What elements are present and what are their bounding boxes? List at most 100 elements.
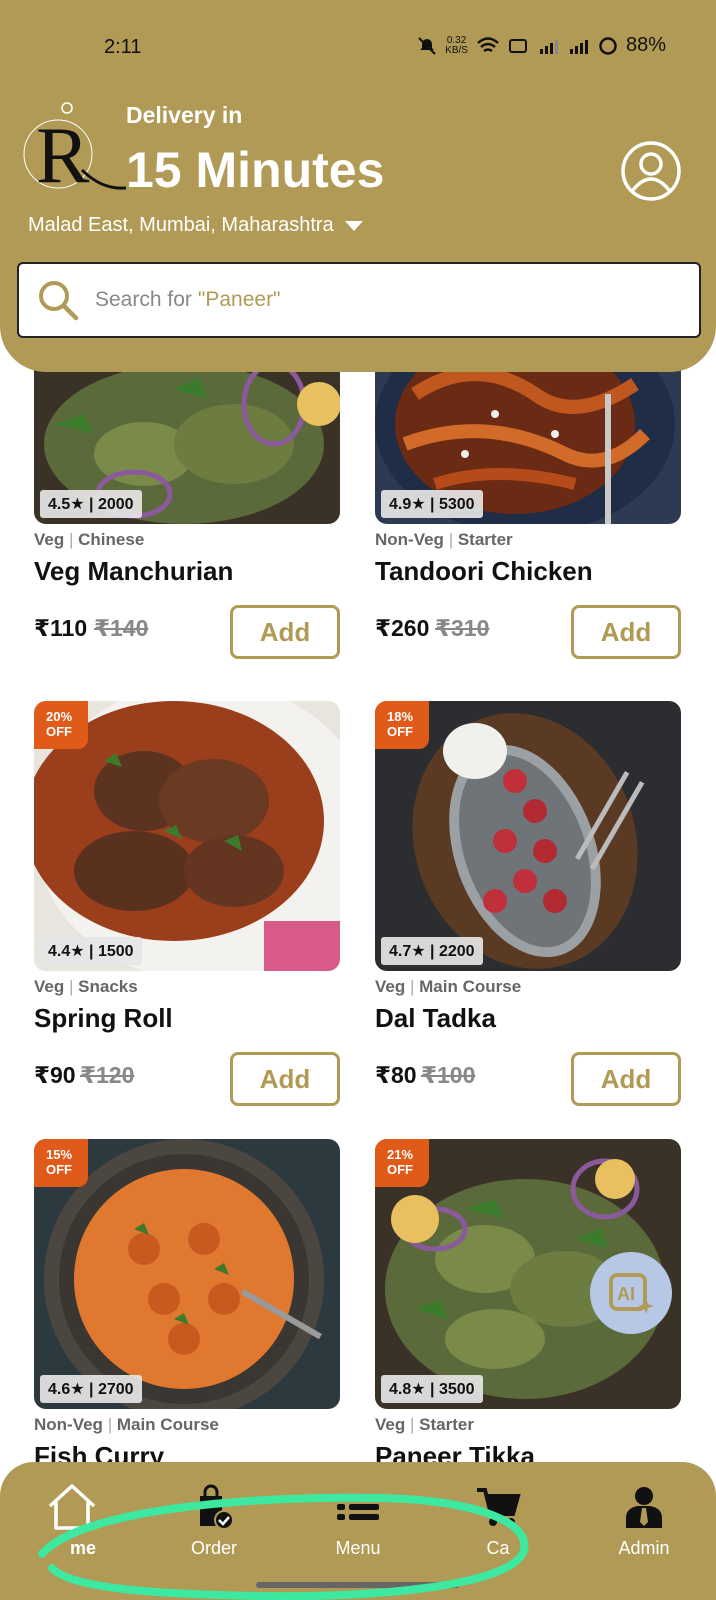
category-label: Veg | Main Course xyxy=(375,977,681,997)
battery-icon xyxy=(599,36,617,55)
add-button[interactable]: Add xyxy=(571,605,681,659)
status-time: 2:11 xyxy=(104,36,142,58)
nav-home-label: me xyxy=(69,1538,96,1558)
food-category: Main Course xyxy=(419,977,522,996)
rating-badge: 4.4★ | 1500 xyxy=(40,937,142,965)
svg-text:R: R xyxy=(36,112,90,200)
app-header: 2:11 0.32 KB/S 88% R Delivery in 15 Minut… xyxy=(0,0,716,372)
food-name: Veg Manchurian xyxy=(34,556,234,586)
ai-sparkle-icon: AI xyxy=(609,1273,654,1314)
discount-badge: 20% OFF xyxy=(34,701,88,749)
search-suggestion: "Paneer" xyxy=(197,288,281,311)
price-row: ₹110 ₹140 Add xyxy=(34,605,340,661)
nav-order[interactable]: Order xyxy=(154,1482,274,1559)
search-input[interactable]: Search for "Paneer" xyxy=(17,262,701,338)
food-type: Veg xyxy=(375,1415,406,1434)
food-category: Chinese xyxy=(78,530,145,549)
separator: | xyxy=(68,977,74,996)
battery-level: 88% xyxy=(625,34,666,56)
network-speed-value: 0.32 xyxy=(446,34,467,46)
food-category: Snacks xyxy=(78,977,138,996)
location-selector[interactable]: Malad East, Mumbai, Maharashtra xyxy=(28,214,364,237)
bottom-navigation: me Order Menu Ca Admin xyxy=(0,1462,716,1600)
add-button[interactable]: Add xyxy=(230,1052,340,1106)
profile-icon[interactable] xyxy=(620,140,682,202)
brand-logo: R xyxy=(23,102,127,200)
caret-down-icon xyxy=(344,220,363,231)
nav-home[interactable]: me xyxy=(12,1482,132,1559)
food-category: Starter xyxy=(419,1415,474,1434)
food-image[interactable]: 20% OFF 4.4★ | 1500 xyxy=(34,701,340,971)
add-button[interactable]: Add xyxy=(230,605,340,659)
food-card[interactable]: 18% OFF 4.7★ | 2200 Veg | Main Course Da… xyxy=(375,701,681,1108)
status-bar: 2:11 0.32 KB/S 88% xyxy=(0,0,716,90)
category-label: Veg | Snacks xyxy=(34,977,340,997)
food-image[interactable]: 15% OFF 4.6★ | 2700 xyxy=(34,1139,340,1409)
nav-menu[interactable]: Menu xyxy=(298,1482,418,1559)
price: ₹80 xyxy=(375,1062,417,1088)
rating-badge: 4.6★ | 2700 xyxy=(40,1375,142,1403)
rating-badge: 4.5★ | 2000 xyxy=(40,490,142,518)
signal-icon-2 xyxy=(569,39,588,54)
ai-assistant-button[interactable]: AI xyxy=(590,1252,672,1334)
location-text: Malad East, Mumbai, Maharashtra xyxy=(28,214,334,236)
food-name: Tandoori Chicken xyxy=(375,556,593,586)
food-card[interactable]: 20% OFF 4.4★ | 1500 Veg | Snacks Spring … xyxy=(34,701,340,1108)
old-price: ₹120 xyxy=(80,1062,135,1088)
food-image[interactable]: 18% OFF 4.7★ | 2200 xyxy=(375,701,681,971)
old-price: ₹100 xyxy=(421,1062,476,1088)
mute-icon xyxy=(418,36,436,55)
food-card[interactable]: 15% OFF 4.6★ | 2700 Non-Veg | Main Cours… xyxy=(34,1139,340,1472)
discount-badge: 18% OFF xyxy=(375,701,429,749)
rating-badge: 4.8★ | 3500 xyxy=(381,1375,483,1403)
food-type: Veg xyxy=(34,530,65,549)
nav-cart-label: Ca xyxy=(486,1538,510,1558)
shopping-bag-icon xyxy=(200,1484,234,1530)
nav-cart[interactable]: Ca xyxy=(438,1482,558,1559)
old-price: ₹140 xyxy=(94,615,149,641)
separator: | xyxy=(409,1415,415,1434)
network-speed: 0.32 KB/S xyxy=(445,34,468,56)
separator: | xyxy=(448,530,454,549)
cart-icon xyxy=(477,1488,521,1526)
price-row: ₹260 ₹310 Add xyxy=(375,605,681,661)
category-label: Veg | Starter xyxy=(375,1415,681,1435)
home-icon xyxy=(48,1484,96,1530)
price: ₹90 xyxy=(34,1062,76,1088)
food-type: Non-Veg xyxy=(375,530,444,549)
svg-text:AI: AI xyxy=(617,1284,635,1304)
wifi-icon xyxy=(477,36,499,52)
separator: | xyxy=(107,1415,113,1434)
food-type: Veg xyxy=(375,977,406,996)
network-speed-unit: KB/S xyxy=(445,44,468,56)
nav-admin[interactable]: Admin xyxy=(584,1482,704,1559)
price: ₹260 xyxy=(375,615,430,641)
category-label: Non-Veg | Starter xyxy=(375,530,681,550)
price-row: ₹90 ₹120 Add xyxy=(34,1052,340,1108)
rating-badge: 4.9★ | 5300 xyxy=(381,490,483,518)
food-type: Non-Veg xyxy=(34,1415,103,1434)
old-price: ₹310 xyxy=(435,615,490,641)
delivery-label: Delivery in xyxy=(126,102,243,128)
signal-icon xyxy=(539,39,558,54)
search-placeholder: Search for xyxy=(95,288,192,311)
delivery-time: 15 Minutes xyxy=(126,142,385,198)
discount-badge: 21% OFF xyxy=(375,1139,429,1187)
price-row: ₹80 ₹100 Add xyxy=(375,1052,681,1108)
rating-badge: 4.7★ | 2200 xyxy=(381,937,483,965)
nav-menu-label: Menu xyxy=(335,1538,381,1558)
menu-list-icon xyxy=(337,1494,379,1520)
discount-badge: 15% OFF xyxy=(34,1139,88,1187)
status-icons: 0.32 KB/S 88% xyxy=(417,34,666,57)
food-name: Dal Tadka xyxy=(375,1003,496,1033)
add-button[interactable]: Add xyxy=(571,1052,681,1106)
food-category: Main Course xyxy=(116,1415,219,1434)
admin-user-icon xyxy=(626,1487,662,1528)
nav-admin-label: Admin xyxy=(618,1538,670,1558)
food-type: Veg xyxy=(34,977,65,996)
food-category: Starter xyxy=(457,530,513,549)
nav-order-label: Order xyxy=(190,1538,237,1558)
separator: | xyxy=(68,530,74,549)
category-label: Veg | Chinese xyxy=(34,530,340,550)
food-name: Spring Roll xyxy=(34,1003,173,1033)
